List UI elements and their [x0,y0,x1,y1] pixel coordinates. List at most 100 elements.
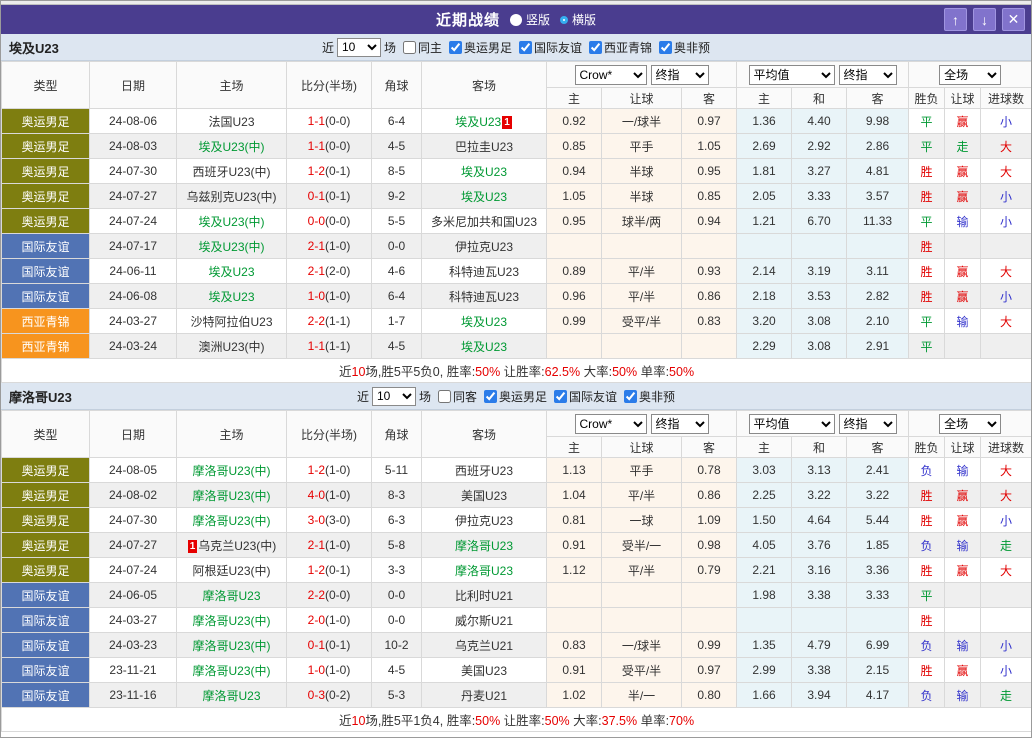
final-odds2-select-0[interactable]: 终指 [838,64,897,85]
home-team-name[interactable]: 摩洛哥U23(中) [192,489,270,503]
avg-draw-odds: 3.19 [791,258,848,284]
away-team-name[interactable]: 丹麦U21 [461,689,507,703]
away-team-name[interactable]: 伊拉克U23 [455,514,513,528]
recent-count-select-1[interactable]: 10 [371,386,416,406]
scroll-down-button[interactable]: ↓ [973,8,996,31]
away-team-name[interactable]: 巴拉圭U23 [455,140,513,154]
result-wdl: 平 [908,108,946,134]
home-team-name[interactable]: 摩洛哥U23(中) [192,639,270,653]
handicap-home-odds [546,582,602,608]
average-odds-select-0[interactable]: 平均值 [748,64,835,85]
league-filter-0-1[interactable]: 国际友谊 [515,39,582,56]
league-checkbox[interactable] [589,40,603,54]
home-team-name[interactable]: 沙特阿拉伯U23 [190,315,272,329]
away-team-name[interactable]: 埃及U23 [455,115,501,129]
scope-select-0[interactable]: 全场 [939,64,1002,85]
average-odds-select-1[interactable]: 平均值 [748,413,835,434]
league-filter-1-1[interactable]: 国际友谊 [550,388,617,405]
home-team-cell: 埃及U23(中) [176,208,287,234]
away-team-name[interactable]: 埃及U23 [461,315,507,329]
summary-row: 近10场,胜5平1负4, 胜率:50% 让胜率:50% 大率:37.5% 单率:… [1,707,1031,732]
league-checkbox[interactable] [659,40,673,54]
away-team-name[interactable]: 比利时U21 [455,589,513,603]
home-team-name[interactable]: 埃及U23 [208,290,254,304]
scroll-up-button[interactable]: ↑ [944,8,967,31]
away-team-name[interactable]: 科特迪瓦U23 [449,290,519,304]
home-team-name[interactable]: 埃及U23(中) [198,215,264,229]
league-filter-1-2[interactable]: 奥非预 [620,388,675,405]
avg-draw-odds: 3.38 [791,582,848,608]
close-button[interactable]: ✕ [1002,8,1025,31]
league-checkbox[interactable] [484,389,497,403]
final-odds-select-1[interactable]: 终指 [650,413,709,434]
league-checkbox[interactable] [519,40,532,54]
home-team-name[interactable]: 埃及U23(中) [198,240,264,254]
odds-source-select-0[interactable]: Crow* [574,64,647,85]
league-filter-0-3[interactable]: 奥非预 [655,39,710,56]
league-checkbox[interactable] [624,389,638,403]
handicap-away-odds: 0.86 [680,482,738,508]
avg-draw-odds: 3.33 [791,183,848,209]
final-odds2-select-1[interactable]: 终指 [838,413,897,434]
away-team-name[interactable]: 美国U23 [461,489,507,503]
home-team-name[interactable]: 摩洛哥U23(中) [192,664,270,678]
layout-horizontal-radio[interactable]: 横版 [560,11,596,28]
odds-source-select-1[interactable]: Crow* [574,413,647,434]
home-team-name[interactable]: 摩洛哥U23 [202,689,260,703]
recent-count-select-0[interactable]: 10 [336,37,381,57]
home-team-name[interactable]: 摩洛哥U23(中) [192,514,270,528]
home-team-name[interactable]: 乌兹别克U23(中) [186,190,276,204]
scope-select-1[interactable]: 全场 [939,413,1002,434]
red-card-badge: 1 [502,115,512,129]
away-team-name[interactable]: 西班牙U23 [455,464,513,478]
away-team-name[interactable]: 多米尼加共和国U23 [431,215,537,229]
league-filter-0-0[interactable]: 奥运男足 [445,39,512,56]
away-team-name[interactable]: 威尔斯U21 [455,614,513,628]
handicap-home-odds: 0.85 [546,133,602,159]
column-header: 日期 [89,61,177,109]
league-filter-1-0[interactable]: 奥运男足 [480,388,547,405]
halftime-score: (1-0) [325,663,351,677]
home-team-name[interactable]: 埃及U23 [208,265,254,279]
match-date: 24-07-30 [89,158,177,184]
away-team-name[interactable]: 摩洛哥U23 [455,564,513,578]
same-side-checkbox[interactable] [437,389,451,403]
match-date: 24-07-24 [89,557,177,583]
home-team-name[interactable]: 澳洲U23(中) [198,340,264,354]
same-side-filter[interactable]: 同主 [399,39,442,56]
home-team-cell: 摩洛哥U23(中) [176,457,287,483]
layout-vertical-radio[interactable]: 竖版 [509,11,550,28]
avg-away-odds: 11.33 [846,208,910,234]
away-team-cell: 西班牙U23 [421,457,547,483]
away-team-name[interactable]: 埃及U23 [461,190,507,204]
league-checkbox[interactable] [448,40,462,54]
home-team-name[interactable]: 法国U23 [208,115,254,129]
same-side-filter[interactable]: 同客 [434,388,477,405]
same-side-checkbox[interactable] [402,40,416,54]
home-team-name[interactable]: 摩洛哥U23(中) [192,614,270,628]
home-team-name[interactable]: 摩洛哥U23(中) [192,464,270,478]
home-team-name[interactable]: 阿根廷U23(中) [192,564,270,578]
league-checkbox-label: 奥非预 [639,389,676,404]
away-team-name[interactable]: 埃及U23 [461,165,507,179]
home-team-name[interactable]: 埃及U23(中) [198,140,264,154]
away-team-name[interactable]: 埃及U23 [461,340,507,354]
result-wdl: 胜 [908,158,946,184]
result-goals: 大 [980,308,1031,334]
fulltime-score: 1-0 [307,663,325,677]
avg-draw-odds: 4.64 [791,507,848,533]
final-odds-select-0[interactable]: 终指 [650,64,709,85]
away-team-name[interactable]: 科特迪瓦U23 [449,265,519,279]
league-checkbox[interactable] [554,389,568,403]
away-team-name[interactable]: 乌克兰U21 [455,639,513,653]
home-team-name[interactable]: 西班牙U23(中) [192,165,270,179]
home-team-name[interactable]: 摩洛哥U23 [202,589,260,603]
away-team-name[interactable]: 伊拉克U23 [455,240,513,254]
summary-segment: 50% [669,365,695,379]
result-handicap: 输 [944,308,982,334]
league-filter-0-2[interactable]: 西亚青锦 [585,39,652,56]
away-team-name[interactable]: 摩洛哥U23 [455,539,513,553]
away-team-name[interactable]: 美国U23 [461,664,507,678]
home-team-name[interactable]: 乌克兰U23(中) [198,539,276,553]
fulltime-score: 0-1 [307,638,325,652]
